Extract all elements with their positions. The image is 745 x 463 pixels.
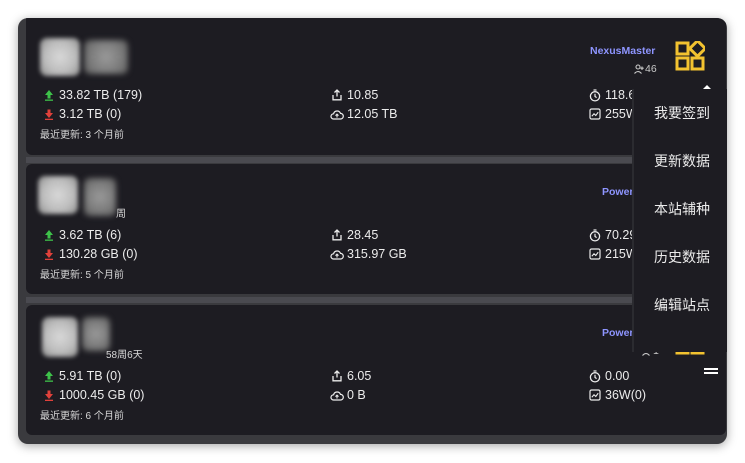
user-add-icon xyxy=(634,64,644,74)
site-card[interactable]: 58周6天 Power 1 5.91 TB (0) 1000.45 GB (0)… xyxy=(26,305,726,435)
upload-value: 5.91 TB (0) xyxy=(59,369,122,383)
user-count: 46 xyxy=(633,63,657,75)
site-card[interactable]: 周 Power 3.62 TB (6) 130.28 GB (0) 最近更新: … xyxy=(26,164,726,294)
arrow-down-icon xyxy=(42,248,56,260)
share-icon xyxy=(330,89,344,101)
seeding-stat: 12.05 TB xyxy=(330,107,398,121)
site-title-blurred xyxy=(84,40,128,74)
menu-item-update-data[interactable]: 更新数据 xyxy=(634,137,727,185)
download-stat: 1000.45 GB (0) xyxy=(42,388,144,402)
share-icon xyxy=(330,370,344,382)
site-name[interactable]: Power xyxy=(602,186,634,198)
site-avatar xyxy=(38,176,78,214)
seeding-stat: 0 B xyxy=(330,388,366,402)
arrow-down-icon xyxy=(42,108,56,120)
join-time: 周 xyxy=(116,209,126,220)
bonus-stat: 70.29 xyxy=(588,228,636,242)
arrow-up-icon xyxy=(42,370,56,382)
bonus-value: 118.6 xyxy=(605,88,636,102)
chart-icon xyxy=(588,248,602,260)
site-avatar xyxy=(40,38,80,76)
site-action-menu: 我要签到 更新数据 本站辅种 历史数据 编辑站点 xyxy=(632,89,727,352)
seeding-value: 0 B xyxy=(347,388,366,402)
upload-stat: 33.82 TB (179) xyxy=(42,88,142,102)
cloud-upload-icon xyxy=(330,109,344,120)
download-value: 1000.45 GB (0) xyxy=(59,388,145,402)
download-value: 3.12 TB (0) xyxy=(59,107,122,121)
seeding-value: 315.97 GB xyxy=(347,247,407,261)
arrow-up-icon xyxy=(42,229,56,241)
menu-item-history[interactable]: 历史数据 xyxy=(634,233,727,281)
last-update: 最近更新: 3 个月前 xyxy=(40,130,124,141)
ratio-stat: 28.45 xyxy=(330,228,378,242)
site-title-blurred xyxy=(84,178,116,216)
ratio-stat: 6.05 xyxy=(330,369,371,383)
grid-logo-icon[interactable] xyxy=(675,41,705,71)
user-count-value: 46 xyxy=(645,63,657,75)
join-time: 58周6天 xyxy=(106,350,143,361)
upload-value: 33.82 TB (179) xyxy=(59,88,143,102)
menu-item-cross-seed[interactable]: 本站辅种 xyxy=(634,185,727,233)
download-stat: 130.28 GB (0) xyxy=(42,247,138,261)
upload-stat: 3.62 TB (6) xyxy=(42,228,121,242)
menu-item-sign-in[interactable]: 我要签到 xyxy=(634,89,727,137)
site-avatar xyxy=(42,317,78,357)
chart-icon xyxy=(588,108,602,120)
timer-icon xyxy=(588,369,602,383)
arrow-down-icon xyxy=(42,389,56,401)
menu-item-edit-site[interactable]: 编辑站点 xyxy=(634,281,727,329)
ratio-value: 10.85 xyxy=(347,88,379,102)
divider xyxy=(26,297,726,303)
last-update: 最近更新: 6 个月前 xyxy=(40,411,124,422)
hamburger-icon[interactable] xyxy=(704,368,718,374)
cloud-upload-icon xyxy=(330,390,344,401)
timer-icon xyxy=(588,228,602,242)
seeding-value: 12.05 TB xyxy=(347,107,398,121)
bonus-rate-stat: 36W(0) xyxy=(588,388,646,402)
site-name[interactable]: Power xyxy=(602,327,634,339)
chart-icon xyxy=(588,389,602,401)
site-card[interactable]: NexusMaster 46 33.82 TB (179) 3.12 TB (0… xyxy=(26,18,726,155)
download-value: 130.28 GB (0) xyxy=(59,247,138,261)
ratio-value: 28.45 xyxy=(347,228,379,242)
upload-value: 3.62 TB (6) xyxy=(59,228,122,242)
bonus-stat: 0.00 xyxy=(588,369,629,383)
cloud-upload-icon xyxy=(330,249,344,260)
share-icon xyxy=(330,229,344,241)
timer-icon xyxy=(588,88,602,102)
bonus-value: 0.00 xyxy=(605,369,630,383)
site-list-window: NexusMaster 46 33.82 TB (179) 3.12 TB (0… xyxy=(18,18,727,444)
arrow-up-icon xyxy=(42,89,56,101)
upload-stat: 5.91 TB (0) xyxy=(42,369,121,383)
bonus-rate-stat: 255W xyxy=(588,107,638,121)
bonus-rate-value: 36W(0) xyxy=(605,388,646,402)
divider xyxy=(26,157,726,163)
ratio-value: 6.05 xyxy=(347,369,372,383)
ratio-stat: 10.85 xyxy=(330,88,378,102)
bonus-rate-stat: 215W xyxy=(588,247,638,261)
site-name[interactable]: NexusMaster xyxy=(590,45,655,57)
last-update: 最近更新: 5 个月前 xyxy=(40,270,124,281)
bonus-stat: 118.6 xyxy=(588,88,635,102)
seeding-stat: 315.97 GB xyxy=(330,247,407,261)
download-stat: 3.12 TB (0) xyxy=(42,107,121,121)
